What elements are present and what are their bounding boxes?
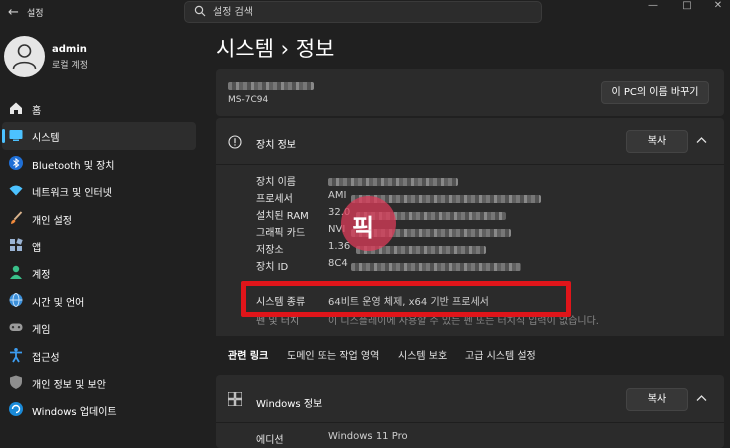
watermark-logo: 픽 (341, 196, 396, 251)
globe-icon (8, 292, 24, 308)
sidebar-item-accessibility[interactable]: 접근성 (2, 342, 196, 369)
copy-device-specs-button[interactable]: 복사 (626, 130, 688, 153)
windows-specs-card: Windows 정보 복사 에디션 Windows 11 Pro (216, 375, 724, 448)
link-domain-workgroup[interactable]: 도메인 또는 작업 영역 (287, 347, 379, 362)
spec-key: 장치 ID (256, 262, 289, 273)
shield-icon (8, 374, 24, 390)
system-icon (8, 127, 24, 143)
apps-icon (8, 237, 24, 253)
windows-specs-header[interactable]: Windows 정보 복사 (216, 375, 724, 423)
blurred-pc-name (228, 82, 314, 90)
sidebar-item-label: 앱 (32, 242, 42, 254)
account-type: 로컬 계정 (52, 61, 88, 71)
sidebar-item-privacy[interactable]: 개인 정보 및 보안 (2, 369, 196, 396)
back-button[interactable]: ← (8, 5, 24, 21)
spec-key: 설치된 RAM (256, 211, 309, 222)
link-system-protection[interactable]: 시스템 보호 (398, 347, 447, 362)
sidebar-item-label: 접근성 (32, 352, 60, 364)
minimize-button[interactable]: — (638, 0, 668, 14)
sidebar-item-gaming[interactable]: 게임 (2, 314, 196, 341)
spec-key: 장치 이름 (256, 177, 296, 188)
spec-key: 프로세서 (256, 194, 293, 205)
windows-logo-icon (227, 391, 243, 409)
sidebar-item-label: 게임 (32, 325, 51, 337)
search-box[interactable] (184, 1, 542, 23)
sidebar-item-network[interactable]: 네트워크 및 인터넷 (2, 177, 196, 204)
spec-value: Windows 11 Pro (328, 431, 408, 442)
chevron-up-icon[interactable] (696, 392, 707, 405)
spec-key: 저장소 (256, 245, 284, 256)
sidebar-item-label: 네트워크 및 인터넷 (32, 188, 112, 200)
search-icon (194, 5, 206, 20)
spec-key: 에디션 (256, 435, 284, 446)
related-links: 관련 링크 도메인 또는 작업 영역 시스템 보호 고급 시스템 설정 (216, 336, 724, 370)
sidebar-item-label: 홈 (32, 106, 42, 117)
wifi-icon (8, 182, 24, 198)
watermark-text: 픽 (352, 214, 375, 242)
app-title: 설정 (27, 9, 44, 19)
home-icon (8, 100, 24, 116)
spec-value: 1.36 (328, 241, 351, 252)
copy-windows-specs-button[interactable]: 복사 (626, 388, 688, 411)
bluetooth-icon (8, 155, 24, 171)
sidebar-item-apps[interactable]: 앱 (2, 232, 196, 259)
update-icon (8, 401, 24, 417)
highlight-box (241, 281, 571, 317)
search-input[interactable] (213, 4, 533, 20)
sidebar-item-personalization[interactable]: 개인 설정 (2, 205, 196, 232)
info-icon (228, 135, 242, 152)
spec-value: 8C4 (328, 258, 348, 269)
sidebar-item-label: 시스템 (32, 133, 60, 145)
page-title: 시스템 › 정보 (216, 37, 335, 61)
sidebar-item-accounts[interactable]: 계정 (2, 259, 196, 286)
accessibility-icon (8, 347, 24, 363)
gamepad-icon (8, 319, 24, 335)
sidebar-item-system[interactable]: 시스템 (2, 122, 196, 150)
link-advanced-system-settings[interactable]: 고급 시스템 설정 (465, 347, 536, 362)
sidebar-item-windows-update[interactable]: Windows 업데이트 (2, 396, 196, 423)
device-specs-header[interactable]: 장치 정보 복사 (216, 118, 724, 165)
blurred-device-id (351, 263, 521, 271)
sidebar-item-label: Bluetooth 및 장치 (32, 160, 115, 172)
pc-model: MS-7C94 (228, 95, 269, 105)
brush-icon (8, 210, 24, 226)
blurred-device-name (328, 178, 458, 186)
windows-specs-title: Windows 정보 (256, 399, 323, 410)
sidebar-item-time-language[interactable]: 시간 및 언어 (2, 287, 196, 314)
maximize-button[interactable]: □ (672, 0, 702, 14)
sidebar-item-label: 개인 설정 (32, 215, 72, 227)
close-button[interactable]: ✕ (703, 0, 730, 14)
chevron-up-icon[interactable] (696, 134, 707, 147)
title-bar: ← 설정 — □ ✕ (0, 0, 730, 26)
pc-name-card: MS-7C94 이 PC의 이름 바꾸기 (216, 69, 724, 116)
spec-key: 그래픽 카드 (256, 228, 306, 239)
account-icon (8, 264, 24, 280)
avatar (4, 36, 45, 77)
sidebar-item-label: 시간 및 언어 (32, 297, 85, 309)
sidebar-item-label: 개인 정보 및 보안 (32, 379, 106, 391)
sidebar-item-home[interactable]: 홈 (2, 95, 196, 122)
rename-pc-button[interactable]: 이 PC의 이름 바꾸기 (601, 81, 709, 104)
user-name: admin (52, 44, 87, 55)
spec-value: AMI (328, 190, 347, 201)
device-specs-title: 장치 정보 (256, 140, 296, 151)
sidebar-item-label: 계정 (32, 270, 51, 282)
sidebar-item-label: Windows 업데이트 (32, 407, 117, 419)
related-links-label: 관련 링크 (228, 351, 269, 362)
sidebar-nav: 홈 시스템 Bluetooth 및 장치 네트워크 및 인터넷 개인 설정 앱 … (0, 95, 200, 424)
sidebar-item-bluetooth[interactable]: Bluetooth 및 장치 (2, 150, 196, 177)
